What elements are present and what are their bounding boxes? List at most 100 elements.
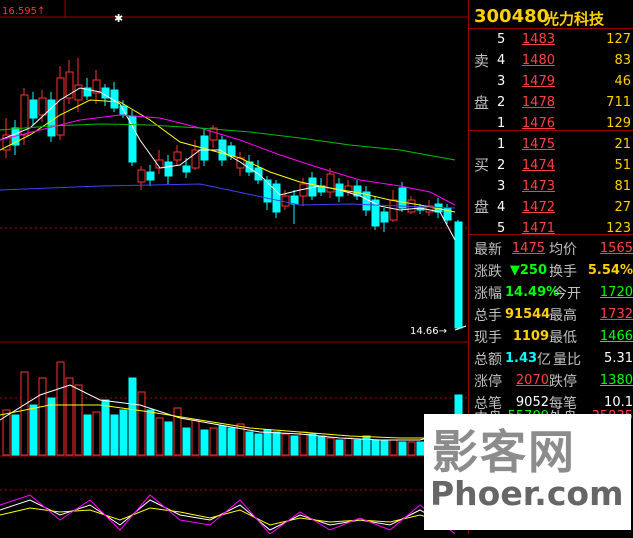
latest-label: 最新	[474, 242, 502, 258]
volume-bar	[47, 397, 56, 456]
candle-body	[290, 195, 299, 205]
ask-label-bottom: 盘	[474, 94, 490, 112]
watermark-cn: 影客网	[432, 425, 576, 479]
open-value: 1720	[599, 285, 633, 300]
volume-bar	[2, 409, 11, 456]
pct-label: 涨幅	[474, 286, 502, 302]
volume-bar	[380, 439, 389, 456]
bid-price[interactable]: 1474	[507, 158, 555, 173]
bid-volume: 27	[614, 200, 631, 215]
volume-bar	[353, 439, 362, 456]
volume-bar	[29, 404, 38, 456]
volume-ratio-value: 5.31	[604, 351, 633, 366]
stock-name[interactable]: 光力科技	[544, 8, 604, 29]
ask-volume: 127	[606, 32, 631, 47]
stock-code[interactable]: 300480	[474, 6, 549, 27]
volume-bar	[326, 437, 335, 456]
volume-bar	[11, 414, 20, 456]
low-value: 1466	[599, 329, 633, 344]
candles-group	[2, 58, 463, 330]
per-trade-value: 10.1	[604, 395, 633, 410]
avg-value: 1565	[599, 241, 633, 256]
low-label: 最低	[549, 330, 577, 346]
ask-price[interactable]: 1479	[507, 74, 555, 89]
volume-bar	[146, 409, 155, 456]
kline-chart[interactable]: 16.595↑ ✱ 14.66→	[0, 0, 468, 535]
candle-body	[74, 84, 83, 101]
divider	[469, 28, 633, 29]
high-value: 1732	[599, 307, 633, 322]
turnover-value: 5.54%	[587, 263, 633, 278]
volume-bar	[155, 417, 164, 456]
bid-price[interactable]: 1473	[507, 179, 555, 194]
ask-volume: 46	[614, 74, 631, 89]
kline-chart-area[interactable]: 16.595↑ ✱ 14.66→	[0, 0, 468, 535]
volume-bar	[110, 414, 119, 456]
stock-header: 300480 光力科技	[469, 4, 633, 28]
candle-body	[227, 145, 236, 157]
last-price-label: 14.66→	[410, 326, 447, 337]
ask-volume: 129	[606, 116, 631, 131]
bid-level: 4	[497, 200, 506, 215]
volume-bar	[344, 437, 353, 456]
limit-down-label: 跌停	[549, 374, 577, 390]
bid-label-bottom: 盘	[474, 198, 490, 216]
ask-price[interactable]: 1483	[507, 32, 555, 47]
volume-bar	[209, 427, 218, 456]
candle-body	[137, 169, 146, 183]
candle-body	[454, 221, 463, 329]
volume-bar	[182, 427, 191, 456]
ask-price[interactable]: 1478	[507, 95, 555, 110]
volume-value: 91544	[505, 307, 551, 322]
ask-price[interactable]: 1476	[507, 116, 555, 131]
bid-volume: 21	[614, 137, 631, 152]
star-marker-icon: ✱	[114, 12, 123, 25]
volume-bar	[218, 425, 227, 456]
volume-bar	[92, 411, 101, 456]
bid-price[interactable]: 1475	[507, 137, 555, 152]
volume-ratio-label: 量比	[553, 352, 581, 368]
bid-level: 2	[497, 158, 506, 173]
volume-bar	[173, 407, 182, 456]
volume-bar	[299, 431, 308, 456]
current-volume-value: 1109	[512, 329, 549, 344]
volume-bar	[83, 414, 92, 456]
ask-level: 4	[497, 53, 506, 68]
turnover-label: 换手	[549, 264, 577, 280]
candle-body	[173, 151, 182, 161]
ma120-line	[0, 183, 456, 209]
volume-bar	[398, 441, 407, 456]
volume-bar	[56, 361, 65, 456]
volume-bar	[335, 439, 344, 456]
candle-body	[29, 99, 38, 119]
ask-label-top: 卖	[474, 52, 490, 70]
change-value: ▼250	[509, 263, 547, 278]
candle-body	[56, 77, 65, 136]
trades-value: 9052	[515, 395, 549, 410]
bid-price[interactable]: 1472	[507, 200, 555, 215]
volume-bar	[200, 429, 209, 456]
top-price-label: 16.595↑	[2, 6, 45, 17]
avg-label: 均价	[549, 242, 577, 258]
limit-up-label: 涨停	[474, 374, 502, 390]
candle-body	[209, 127, 218, 141]
amount-value: 1.43	[505, 351, 538, 366]
volume-bar	[254, 433, 263, 456]
candle-body	[398, 187, 407, 209]
volume-bar	[407, 441, 416, 456]
volume-bar	[371, 439, 380, 456]
volume-bars-group	[0, 361, 463, 456]
volume-bar	[101, 399, 110, 456]
volume-bar	[20, 371, 29, 456]
ask-price[interactable]: 1480	[507, 53, 555, 68]
candle-body	[38, 97, 47, 116]
open-label: 今开	[553, 286, 581, 302]
ask-volume: 83	[614, 53, 631, 68]
bid-volume: 51	[614, 158, 631, 173]
candle-body	[164, 161, 173, 177]
candle-body	[272, 183, 281, 213]
bid-label-top: 买	[474, 156, 490, 174]
volume-bar	[227, 427, 236, 456]
bid-level: 1	[497, 137, 506, 152]
bid-level: 3	[497, 179, 506, 194]
